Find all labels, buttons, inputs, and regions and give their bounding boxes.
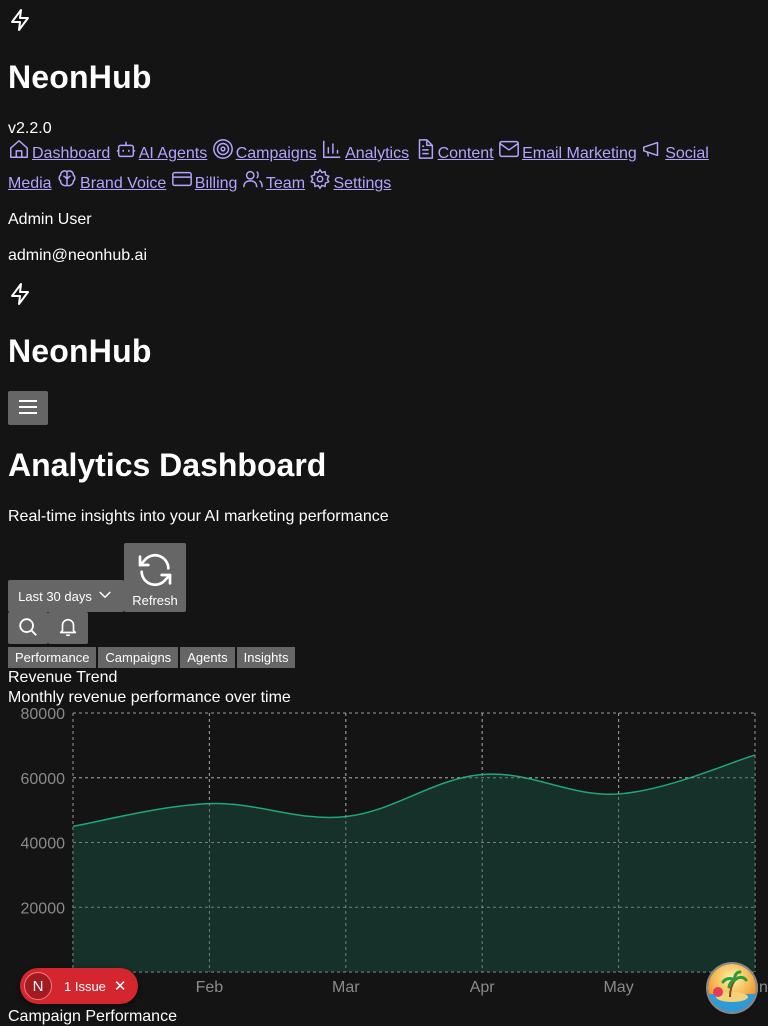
issue-avatar: N: [24, 972, 52, 1000]
nav-dashboard[interactable]: Dashboard: [32, 145, 110, 162]
x-tick-label: Apr: [470, 979, 496, 996]
refresh-button[interactable]: Refresh: [124, 543, 186, 612]
date-range-value: Last 30 days: [18, 588, 92, 604]
x-tick-label: May: [603, 979, 633, 996]
nav-brand-voice[interactable]: Brand Voice: [80, 175, 166, 192]
page-title: Analytics Dashboard: [8, 447, 327, 483]
notifications-button[interactable]: [48, 612, 88, 644]
lightning-bolt-icon: [8, 282, 32, 306]
hamburger-icon: [18, 399, 38, 418]
menu-button[interactable]: [8, 391, 48, 425]
page-subtitle: Real-time insights into your AI marketin…: [8, 508, 389, 525]
bot-icon: [115, 138, 137, 160]
y-tick-label: 20000: [21, 900, 66, 917]
nav-content[interactable]: Content: [438, 145, 494, 162]
lightning-bolt-icon: [8, 8, 32, 32]
refresh-label: Refresh: [132, 593, 178, 608]
refresh-icon: [135, 550, 175, 593]
issue-label: 1 Issue: [64, 978, 106, 994]
revenue-card-title: Revenue Trend: [8, 669, 118, 686]
x-tick-label: Feb: [196, 979, 224, 996]
brain-icon: [56, 168, 78, 190]
x-tick-label: Mar: [332, 979, 360, 996]
sidebar-brand: NeonHub: [8, 59, 152, 95]
tab-campaigns[interactable]: Campaigns: [98, 647, 179, 668]
gear-icon: [309, 168, 331, 190]
revenue-area: [73, 755, 755, 972]
file-text-icon: [414, 138, 436, 160]
user-name: Admin User: [8, 211, 92, 228]
analytics-tabs: Performance Campaigns Agents Insights: [8, 647, 297, 668]
issue-badge[interactable]: N 1 Issue ✕: [20, 968, 138, 1004]
nav-settings[interactable]: Settings: [333, 175, 391, 192]
home-icon: [8, 138, 30, 160]
chevron-down-icon: [96, 586, 114, 607]
nav-analytics[interactable]: Analytics: [345, 145, 409, 162]
megaphone-icon: [641, 138, 663, 160]
nav-ai-agents[interactable]: AI Agents: [139, 145, 208, 162]
nav-campaigns[interactable]: Campaigns: [236, 145, 317, 162]
search-icon: [17, 616, 39, 641]
user-email: admin@neonhub.ai: [8, 247, 148, 264]
date-range-select[interactable]: Last 30 days: [8, 580, 124, 612]
tab-agents[interactable]: Agents: [180, 647, 235, 668]
bell-icon: [57, 616, 79, 641]
tab-insights[interactable]: Insights: [236, 647, 296, 668]
app-version: v2.2.0: [8, 120, 52, 137]
target-icon: [212, 138, 234, 160]
nav-team[interactable]: Team: [266, 175, 305, 192]
y-tick-label: 40000: [21, 836, 66, 853]
sidebar-nav: Dashboard AI Agents Campaigns Analytics …: [8, 138, 748, 198]
nav-billing[interactable]: Billing: [195, 175, 238, 192]
revenue-trend-chart: 20000400006000080000FebMarAprMayJun: [21, 706, 768, 996]
beach-island-icon: [708, 964, 756, 1012]
header-brand: NeonHub: [8, 333, 152, 369]
y-tick-label: 60000: [21, 771, 66, 788]
revenue-card-subtitle: Monthly revenue performance over time: [8, 689, 291, 706]
nav-email-marketing[interactable]: Email Marketing: [522, 145, 637, 162]
assistant-avatar-button[interactable]: [708, 964, 756, 1012]
mail-icon: [498, 138, 520, 160]
bar-chart-icon: [321, 138, 343, 160]
credit-card-icon: [171, 168, 193, 190]
search-button[interactable]: [8, 612, 48, 644]
users-icon: [242, 168, 264, 190]
campaign-performance-title: Campaign Performance: [8, 1008, 177, 1025]
close-icon[interactable]: ✕: [114, 977, 127, 995]
y-tick-label: 80000: [21, 706, 66, 723]
tab-performance[interactable]: Performance: [8, 647, 97, 668]
